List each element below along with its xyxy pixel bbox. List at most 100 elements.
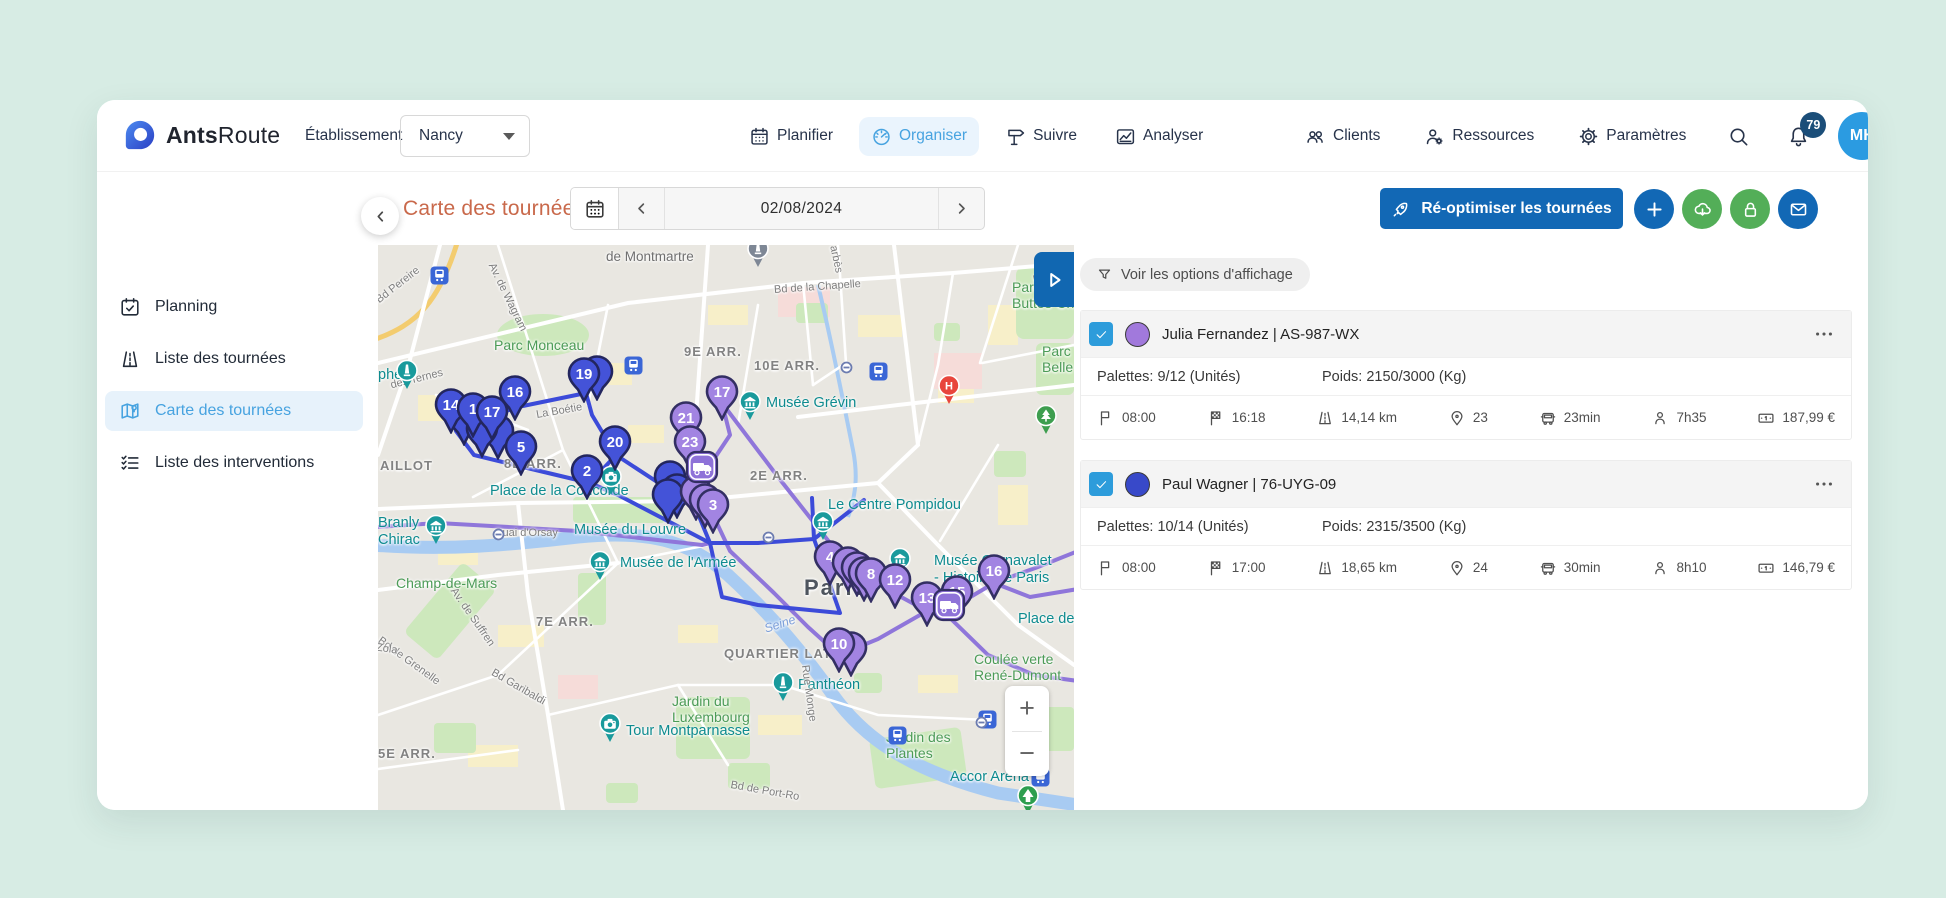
driver-color-avatar — [1125, 472, 1150, 497]
display-options-button[interactable]: Voir les options d'affichage — [1080, 258, 1310, 291]
tab-label: Suivre — [1033, 127, 1077, 145]
cost-banknote-icon — [1757, 559, 1775, 577]
mail-icon — [1788, 199, 1809, 220]
stop-marker-3[interactable]: 3 — [696, 488, 730, 539]
stop-marker-5[interactable]: 5 — [504, 430, 538, 481]
svg-text:20: 20 — [607, 434, 624, 451]
previous-day-button[interactable] — [619, 188, 665, 229]
finish-flag-icon — [1207, 559, 1225, 577]
establishment-label: Établissement — [305, 100, 402, 172]
tab-label: Planifier — [777, 127, 833, 145]
zoom-out-button[interactable]: − — [1005, 732, 1049, 777]
route-stat-value: 16:18 — [1232, 410, 1266, 425]
user-avatar[interactable]: MH — [1838, 112, 1868, 160]
route-palettes: Palettes: 10/14 (Unités) — [1097, 519, 1322, 535]
route-stat: 18,65 km — [1316, 559, 1397, 577]
tab-suivre[interactable]: Suivre — [993, 117, 1089, 156]
tab-analyser[interactable]: Analyser — [1103, 117, 1215, 156]
expand-map-button[interactable] — [1034, 252, 1074, 307]
notifications-button[interactable]: 79 — [1778, 116, 1818, 156]
stop-marker-16[interactable]: 16 — [977, 554, 1011, 605]
stop-marker-20[interactable]: 20 — [598, 425, 632, 476]
stop-marker-23[interactable]: 23 — [673, 425, 707, 476]
driver-color-avatar — [1125, 322, 1150, 347]
display-options-label: Voir les options d'affichage — [1121, 267, 1293, 283]
route-card-header[interactable]: Julia Fernandez | AS-987-WX — [1081, 311, 1851, 357]
search-button[interactable] — [1718, 116, 1758, 156]
antsroute-logo-icon — [123, 118, 157, 152]
nav-ressources[interactable]: Ressources — [1412, 117, 1546, 156]
establishment-select[interactable]: Nancy — [400, 115, 530, 157]
stop-marker-19[interactable]: 19 — [567, 357, 601, 408]
route-weight: Poids: 2315/3500 (Kg) — [1322, 519, 1466, 535]
route-menu-button[interactable] — [1813, 473, 1835, 495]
nav-parametres[interactable]: Paramètres — [1566, 117, 1698, 156]
route-stat-value: 8h10 — [1676, 560, 1706, 575]
route-stat: 146,79 € — [1757, 559, 1835, 577]
cloud-download-icon — [1692, 199, 1713, 220]
left-sidebar: Planning Liste des tournées Carte des tour… — [97, 245, 378, 810]
more-options-icon — [1813, 473, 1835, 495]
route-checkbox[interactable] — [1089, 472, 1113, 496]
map-zoom-control: + − — [1005, 686, 1049, 776]
resources-person-gear-icon — [1424, 126, 1445, 147]
route-load-row: Palettes: 9/12 (Unités)Poids: 2150/3000 … — [1081, 357, 1851, 395]
current-date[interactable]: 02/08/2024 — [665, 188, 938, 229]
calendar-picker-button[interactable] — [571, 188, 619, 229]
top-navbar: AntsRoute Établissement Nancy Planifier O… — [97, 100, 1868, 172]
svg-text:17: 17 — [714, 384, 731, 401]
send-mail-button[interactable] — [1778, 189, 1818, 229]
routes-map[interactable]: de MontmartrearbèsBd de la ChapelleAv.Pa… — [378, 245, 1074, 810]
vehicle-icon — [1539, 409, 1557, 427]
sidebar-item-carte-tournees[interactable]: Carte des tournées — [105, 391, 363, 431]
chevron-left-icon — [372, 208, 389, 225]
zoom-in-button[interactable]: + — [1005, 686, 1049, 731]
stop-marker-13[interactable]: 13 — [910, 581, 944, 632]
sidebar-item-label: Carte des tournées — [155, 402, 291, 420]
nav-label: Ressources — [1452, 127, 1534, 145]
stop-marker-15[interactable]: 15 — [940, 575, 974, 626]
stop-marker-10[interactable]: 10 — [822, 627, 856, 678]
driver-name: Paul Wagner | 76-UYG-09 — [1162, 476, 1336, 493]
route-stat: 08:00 — [1097, 559, 1156, 577]
driver-name: Julia Fernandez | AS-987-WX — [1162, 326, 1359, 343]
gear-icon — [1578, 126, 1599, 147]
stop-marker-16[interactable]: 16 — [498, 375, 532, 426]
sidebar-item-liste-tournees[interactable]: Liste des tournées — [105, 339, 363, 379]
app-window: AntsRoute Établissement Nancy Planifier O… — [97, 100, 1868, 810]
route-card-header[interactable]: Paul Wagner | 76-UYG-09 — [1081, 461, 1851, 507]
route-checkbox[interactable] — [1089, 322, 1113, 346]
reoptimize-routes-button[interactable]: Ré-optimiser les tournées — [1380, 188, 1623, 229]
collapse-sidebar-button[interactable] — [361, 197, 399, 235]
driver-time-icon — [1651, 409, 1669, 427]
date-navigator: 02/08/2024 — [570, 187, 985, 230]
stop-marker-12[interactable]: 12 — [878, 563, 912, 614]
svg-text:16: 16 — [507, 384, 524, 401]
page-title: Carte des tournées — [403, 172, 585, 245]
calendar-icon — [749, 126, 770, 147]
road-icon — [119, 348, 141, 370]
tab-organiser[interactable]: Organiser — [859, 117, 979, 156]
sidebar-item-label: Liste des interventions — [155, 454, 314, 472]
lock-routes-button[interactable] — [1730, 189, 1770, 229]
next-day-button[interactable] — [938, 188, 984, 229]
sidebar-item-planning[interactable]: Planning — [105, 287, 363, 327]
stop-marker-17[interactable]: 17 — [705, 375, 739, 426]
nav-clients[interactable]: Clients — [1293, 117, 1392, 156]
route-stats-row: 08:0016:1814,14 km2323min7h35187,99 € — [1081, 395, 1851, 439]
export-cloud-button[interactable] — [1682, 189, 1722, 229]
rocket-icon — [1391, 199, 1411, 219]
distance-road-icon — [1316, 559, 1334, 577]
antsroute-logo: AntsRoute — [123, 118, 280, 152]
tab-planifier[interactable]: Planifier — [737, 117, 845, 156]
route-stat-value: 08:00 — [1122, 410, 1156, 425]
more-options-icon — [1813, 323, 1835, 345]
sidebar-item-liste-interventions[interactable]: Liste des interventions — [105, 443, 363, 483]
route-menu-button[interactable] — [1813, 323, 1835, 345]
plus-icon — [1644, 199, 1665, 220]
route-stat-value: 24 — [1473, 560, 1488, 575]
add-button[interactable] — [1634, 189, 1674, 229]
brand-name: AntsRoute — [166, 122, 280, 149]
route-stat-value: 30min — [1564, 560, 1601, 575]
svg-text:13: 13 — [919, 590, 936, 607]
